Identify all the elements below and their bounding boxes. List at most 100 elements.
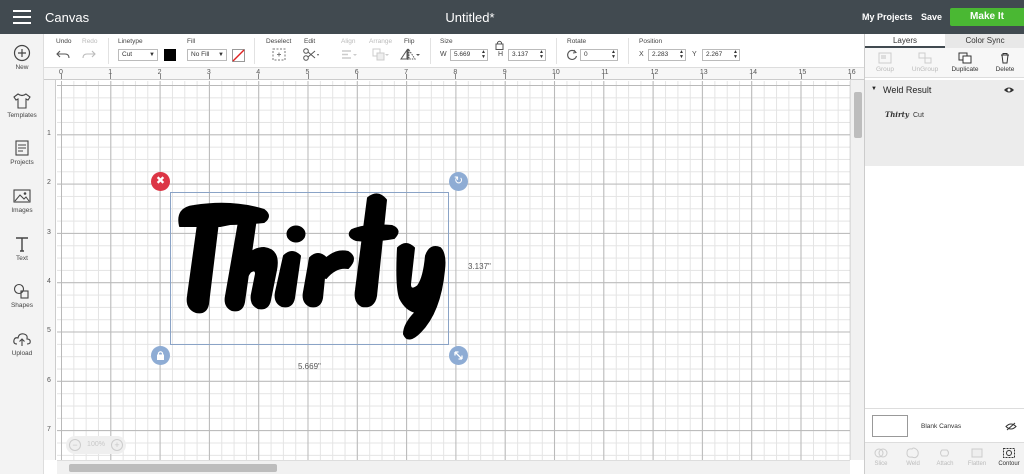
- sidebar-label: Images: [11, 207, 33, 214]
- linetype-color-swatch[interactable]: [164, 49, 176, 61]
- x-value: 2.283: [652, 51, 669, 58]
- make-it-button[interactable]: Make It: [950, 8, 1024, 26]
- caret-down-icon[interactable]: ▼: [871, 86, 877, 92]
- undo-label: Undo: [56, 38, 72, 45]
- left-sidebar: New Templates Projects Images Text Shape…: [0, 34, 44, 474]
- attach-button[interactable]: Attach: [929, 447, 961, 467]
- tab-layers[interactable]: Layers: [865, 34, 945, 48]
- blank-canvas-row[interactable]: Blank Canvas: [865, 408, 1024, 440]
- duplicate-button[interactable]: Duplicate: [945, 52, 985, 73]
- group-button[interactable]: Group: [865, 52, 905, 73]
- ruler-tick: [406, 74, 408, 79]
- ruler-tick: [504, 74, 506, 79]
- sidebar-label: Shapes: [10, 302, 34, 309]
- contour-button[interactable]: Contour: [993, 447, 1024, 467]
- eye-visible-icon[interactable]: [1003, 86, 1015, 94]
- save-button[interactable]: Save: [921, 12, 942, 22]
- no-fill-swatch-icon[interactable]: [232, 49, 245, 62]
- attach-icon: [940, 449, 949, 457]
- ruler-tick-label: 7: [47, 425, 51, 433]
- deselect-icon[interactable]: [272, 48, 286, 61]
- shapes-icon: [13, 283, 29, 299]
- delete-button[interactable]: Delete: [985, 52, 1024, 73]
- layer-row[interactable]: Thirty Cut: [865, 104, 1024, 132]
- my-projects-link[interactable]: My Projects: [862, 12, 913, 22]
- zoom-in-button[interactable]: +: [111, 439, 123, 451]
- ungroup-label: UnGroup: [911, 66, 939, 73]
- ruler-tick: [61, 74, 62, 79]
- height-input[interactable]: 3.137 ▲ ▼: [508, 49, 546, 61]
- height-dimension-label: 3.137": [468, 262, 491, 271]
- spinner-icon[interactable]: ▲ ▼: [481, 50, 486, 60]
- rotate-input[interactable]: 0 ▲ ▼: [580, 49, 618, 61]
- rotate-handle-icon[interactable]: ↻: [449, 172, 468, 191]
- spinner-icon[interactable]: ▲ ▼: [733, 50, 738, 60]
- horizontal-scroll-thumb[interactable]: [69, 464, 277, 472]
- horizontal-scrollbar[interactable]: [57, 460, 850, 474]
- group-label: Group: [875, 66, 895, 73]
- weld-button[interactable]: Weld: [897, 447, 929, 467]
- sidebar-item-new[interactable]: New: [0, 44, 44, 71]
- linetype-select[interactable]: Cut ▼: [118, 49, 158, 61]
- tab-color-sync[interactable]: Color Sync: [945, 34, 1024, 48]
- flatten-label: Flatten: [967, 461, 987, 467]
- sidebar-item-upload[interactable]: Upload: [0, 330, 44, 357]
- ungroup-button[interactable]: UnGroup: [905, 52, 945, 73]
- align-icon[interactable]: [340, 48, 358, 61]
- width-input[interactable]: 5.669 ▲ ▼: [450, 49, 488, 61]
- rotate-value: 0: [584, 51, 588, 58]
- sidebar-label: New: [15, 64, 29, 71]
- linetype-label: Linetype: [118, 38, 143, 45]
- height-value: 3.137: [512, 51, 529, 58]
- lock-icon: [157, 351, 164, 360]
- delete-label: Delete: [995, 66, 1015, 73]
- vertical-scrollbar[interactable]: [850, 80, 864, 460]
- width-value: 5.669: [454, 51, 471, 58]
- upload-cloud-icon: [13, 333, 31, 346]
- sidebar-item-projects[interactable]: Projects: [0, 139, 44, 166]
- flatten-button[interactable]: Flatten: [961, 447, 993, 467]
- toolbar-separator: [430, 38, 431, 64]
- sidebar-item-templates[interactable]: Templates: [0, 92, 44, 119]
- y-prefix: Y: [692, 51, 697, 58]
- document-title: Untitled*: [445, 10, 495, 25]
- sidebar-item-images[interactable]: Images: [0, 187, 44, 214]
- width-prefix: W: [440, 51, 447, 58]
- vertical-scroll-thumb[interactable]: [854, 92, 862, 138]
- lock-handle-icon[interactable]: [151, 346, 170, 365]
- undo-icon[interactable]: [56, 48, 70, 60]
- y-position-input[interactable]: 2.267 ▲ ▼: [702, 49, 740, 61]
- layer-group-row[interactable]: ▼ Weld Result: [865, 84, 1024, 98]
- deselect-label: Deselect: [266, 38, 292, 45]
- spinner-icon[interactable]: ▲ ▼: [679, 50, 684, 60]
- fill-label: Fill: [187, 38, 196, 45]
- ruler-tick: [701, 74, 703, 79]
- x-position-input[interactable]: 2.283 ▲ ▼: [648, 49, 686, 61]
- sidebar-item-text[interactable]: Text: [0, 235, 44, 262]
- ruler-tick: [258, 74, 260, 79]
- scale-handle-icon[interactable]: [449, 346, 468, 365]
- spinner-icon[interactable]: ▲ ▼: [539, 50, 544, 60]
- spinner-icon[interactable]: ▲ ▼: [611, 50, 616, 60]
- arrange-icon[interactable]: [372, 48, 390, 61]
- eye-hidden-icon[interactable]: [1005, 422, 1017, 431]
- ruler-tick: [554, 74, 555, 79]
- redo-icon[interactable]: [82, 48, 96, 60]
- slice-label: Slice: [874, 461, 888, 467]
- y-value: 2.267: [706, 51, 723, 58]
- layer-actions-bar: Group UnGroup Duplicate Delete: [865, 48, 1024, 78]
- flip-icon[interactable]: [400, 48, 420, 61]
- delete-handle-icon[interactable]: ✖: [151, 172, 170, 191]
- ruler-tick: [455, 74, 457, 79]
- fill-select[interactable]: No Fill ▼: [187, 49, 227, 61]
- sidebar-item-shapes[interactable]: Shapes: [0, 282, 44, 309]
- ruler-tick-label: 3: [47, 228, 51, 236]
- slice-button[interactable]: Slice: [865, 447, 897, 467]
- blank-canvas-swatch[interactable]: [872, 415, 908, 437]
- selection-bounding-box[interactable]: [170, 192, 449, 345]
- ruler-tick: [603, 74, 605, 79]
- scissors-edit-icon[interactable]: [302, 48, 320, 61]
- lock-icon[interactable]: [495, 40, 504, 50]
- top-bar: Canvas Untitled* My Projects Save Make I…: [0, 0, 1024, 34]
- ruler-tick-label: 4: [47, 277, 51, 285]
